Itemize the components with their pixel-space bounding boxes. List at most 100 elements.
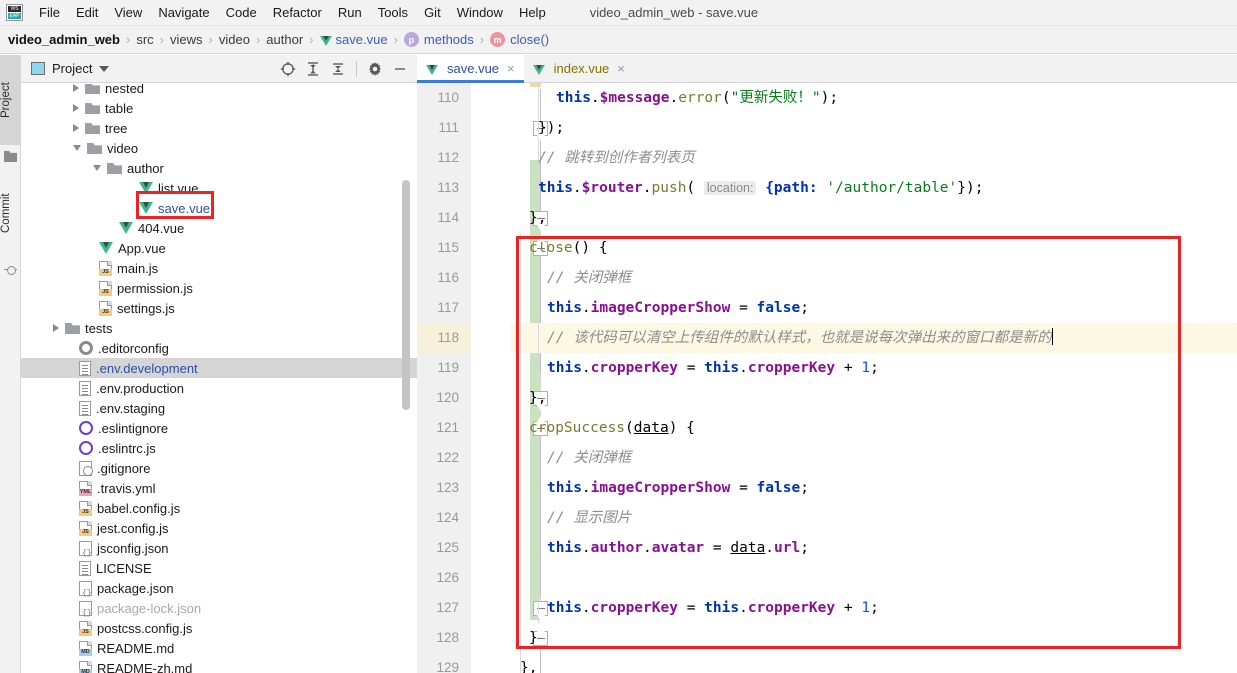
editor-tab-save-vue[interactable]: save.vue × [417, 55, 524, 83]
tree-item-app-vue[interactable]: App.vue [21, 238, 417, 258]
tree-item-video[interactable]: video [21, 138, 417, 158]
tree-item-eslintrc-js[interactable]: .eslintrc.js [21, 438, 417, 458]
tree-item-env-staging[interactable]: .env.staging [21, 398, 417, 418]
tree-item-jest-config-js[interactable]: JS jest.config.js [21, 518, 417, 538]
breadcrumb-item-project[interactable]: video_admin_web [8, 32, 120, 47]
project-tree[interactable]: nested table tree video author list.vue save.v… [21, 84, 417, 673]
tree-item-table[interactable]: table [21, 98, 417, 118]
breadcrumb-item-video[interactable]: video [219, 32, 250, 47]
breadcrumb-item-views[interactable]: views [170, 32, 203, 47]
code-line[interactable]: } [511, 623, 1237, 653]
disclosure-arrow-icon[interactable] [53, 324, 59, 332]
menu-item-file[interactable]: File [31, 2, 68, 23]
tree-item-readme-zh-md[interactable]: MD README-zh.md [21, 658, 417, 673]
code-folding-gutter[interactable] [471, 83, 548, 673]
code-line[interactable]: this.$router.push( location: {path: '/au… [511, 173, 1237, 203]
code-line[interactable]: }); [511, 113, 1237, 143]
tree-item-tests[interactable]: tests [21, 318, 417, 338]
disclosure-arrow-icon[interactable] [73, 104, 79, 112]
menu-item-code[interactable]: Code [218, 2, 265, 23]
tree-item-save-vue[interactable]: save.vue [21, 198, 417, 218]
line-number: 117 [417, 293, 471, 323]
menu-item-refactor[interactable]: Refactor [265, 2, 330, 23]
code-line[interactable]: this.$message.error("更新失败！"); [511, 83, 1237, 113]
close-icon[interactable]: × [617, 62, 625, 75]
code-line[interactable] [511, 563, 1237, 593]
hide-panel-icon[interactable] [389, 58, 411, 80]
tree-item-gitignore[interactable]: .gitignore [21, 458, 417, 478]
tree-item-author[interactable]: author [21, 158, 417, 178]
chevron-down-icon[interactable] [99, 65, 110, 72]
tree-item-travis-yml[interactable]: YML .travis.yml [21, 478, 417, 498]
breadcrumb-item-author[interactable]: author [266, 32, 303, 47]
tree-item-package-lock-json[interactable]: package-lock.json [21, 598, 417, 618]
code-line[interactable]: // 关闭弹框 [511, 263, 1237, 293]
eslint-icon [79, 441, 93, 455]
folder-icon [85, 122, 100, 134]
editor-tab-index-vue[interactable]: index.vue × [523, 55, 634, 82]
close-icon[interactable]: × [507, 62, 515, 75]
tree-item-404-vue[interactable]: 404.vue [21, 218, 417, 238]
code-line[interactable]: close() { [511, 233, 1237, 263]
tree-item-main-js[interactable]: JS main.js [21, 258, 417, 278]
tree-item-readme-md[interactable]: MD README.md [21, 638, 417, 658]
code-editor[interactable]: 110 111 112 113 114 115 116 117 118 119 120 121 122 1… [417, 83, 1237, 673]
tree-item-nested[interactable]: nested [21, 84, 417, 98]
collapse-all-icon[interactable] [327, 58, 349, 80]
tree-item-list-vue[interactable]: list.vue [21, 178, 417, 198]
tree-item-editorconfig[interactable]: .editorconfig [21, 338, 417, 358]
tree-item-eslintignore[interactable]: .eslintignore [21, 418, 417, 438]
tree-item-babel-config-js[interactable]: JS babel.config.js [21, 498, 417, 518]
tree-item-permission-js[interactable]: JS permission.js [21, 278, 417, 298]
expand-all-icon[interactable] [302, 58, 324, 80]
code-line[interactable]: // 该代码可以清空上传组件的默认样式，也就是说每次弹出来的窗口都是新的 [511, 323, 1237, 353]
disclosure-arrow-icon[interactable] [73, 145, 81, 151]
locate-icon[interactable] [277, 58, 299, 80]
toolstrip-tab-project[interactable]: Project [0, 55, 21, 145]
tree-item-postcss-config-js[interactable]: JS postcss.config.js [21, 618, 417, 638]
menu-item-tools[interactable]: Tools [370, 2, 416, 23]
project-tree-scrollbar[interactable] [402, 180, 410, 410]
code-line[interactable]: }, [511, 203, 1237, 233]
code-line[interactable]: this.imageCropperShow = false; [511, 293, 1237, 323]
menu-item-window[interactable]: Window [449, 2, 511, 23]
menu-item-help[interactable]: Help [511, 2, 554, 23]
menu-item-navigate[interactable]: Navigate [150, 2, 217, 23]
tree-item-settings-js[interactable]: JS settings.js [21, 298, 417, 318]
breadcrumb-item-savevue[interactable]: save.vue [319, 32, 388, 47]
tree-item-license[interactable]: LICENSE [21, 558, 417, 578]
code-line[interactable]: }, [511, 383, 1237, 413]
tree-item-tree[interactable]: tree [21, 118, 417, 138]
code-token: . [739, 600, 748, 616]
code-line[interactable]: // 跳转到创作者列表页 [511, 143, 1237, 173]
code-line[interactable]: this.cropperKey = this.cropperKey + 1; [511, 353, 1237, 383]
code-line[interactable]: cropSuccess(data) { [511, 413, 1237, 443]
tree-item-env-development[interactable]: .env.development [21, 358, 417, 378]
code-line[interactable]: // 关闭弹框 [511, 443, 1237, 473]
menu-item-view[interactable]: View [106, 2, 150, 23]
code-token: ; [800, 480, 809, 496]
toolstrip-tab-commit[interactable]: Commit [0, 167, 21, 259]
breadcrumb-item-src[interactable]: src [136, 32, 153, 47]
code-text-area[interactable]: this.$message.error("更新失败！");});// 跳转到创作… [511, 83, 1237, 673]
disclosure-arrow-icon[interactable] [73, 124, 79, 132]
menu-item-git[interactable]: Git [416, 2, 449, 23]
settings-gear-icon[interactable] [364, 58, 386, 80]
breadcrumb-item-methods[interactable]: p methods [403, 32, 474, 47]
menu-item-run[interactable]: Run [330, 2, 370, 23]
menu-item-edit[interactable]: Edit [68, 2, 106, 23]
tree-item-env-production[interactable]: .env.production [21, 378, 417, 398]
code-line[interactable]: }, [511, 653, 1237, 673]
tree-item-package-json[interactable]: package.json [21, 578, 417, 598]
javascript-file-icon: JS [99, 260, 112, 276]
code-token: ) { [668, 420, 695, 436]
disclosure-arrow-icon[interactable] [73, 84, 79, 92]
tree-item-jsconfig-json[interactable]: jsconfig.json [21, 538, 417, 558]
code-line[interactable]: this.author.avatar = data.url; [511, 533, 1237, 563]
code-line[interactable]: this.cropperKey = this.cropperKey + 1; [511, 593, 1237, 623]
disclosure-arrow-icon[interactable] [93, 165, 101, 171]
line-number: 116 [417, 263, 471, 293]
code-line[interactable]: this.imageCropperShow = false; [511, 473, 1237, 503]
code-line[interactable]: // 显示图片 [511, 503, 1237, 533]
breadcrumb-item-close[interactable]: m close() [490, 32, 549, 47]
